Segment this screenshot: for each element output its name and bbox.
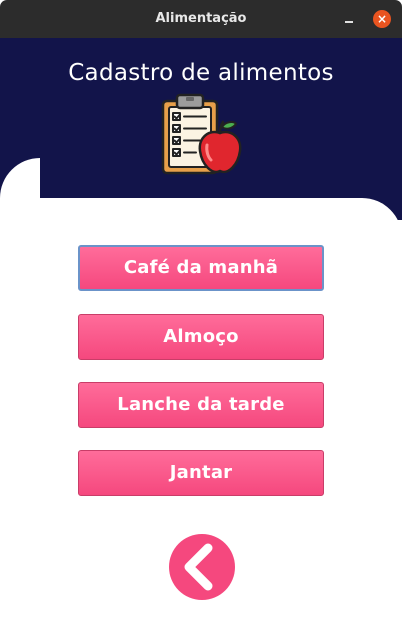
chevron-left-icon <box>184 543 213 591</box>
breakfast-button[interactable]: Café da manhã <box>78 245 324 291</box>
clipboard-apple-icon <box>160 93 244 177</box>
close-button[interactable]: × <box>373 10 391 28</box>
window-titlebar: Alimentação × <box>0 0 402 38</box>
lunch-button[interactable]: Almoço <box>78 314 324 360</box>
back-button[interactable] <box>169 534 235 600</box>
page-title: Cadastro de alimentos <box>68 60 334 86</box>
afternoon-snack-button[interactable]: Lanche da tarde <box>78 382 324 428</box>
minimize-button[interactable] <box>340 10 358 28</box>
dinner-button[interactable]: Jantar <box>78 450 324 496</box>
